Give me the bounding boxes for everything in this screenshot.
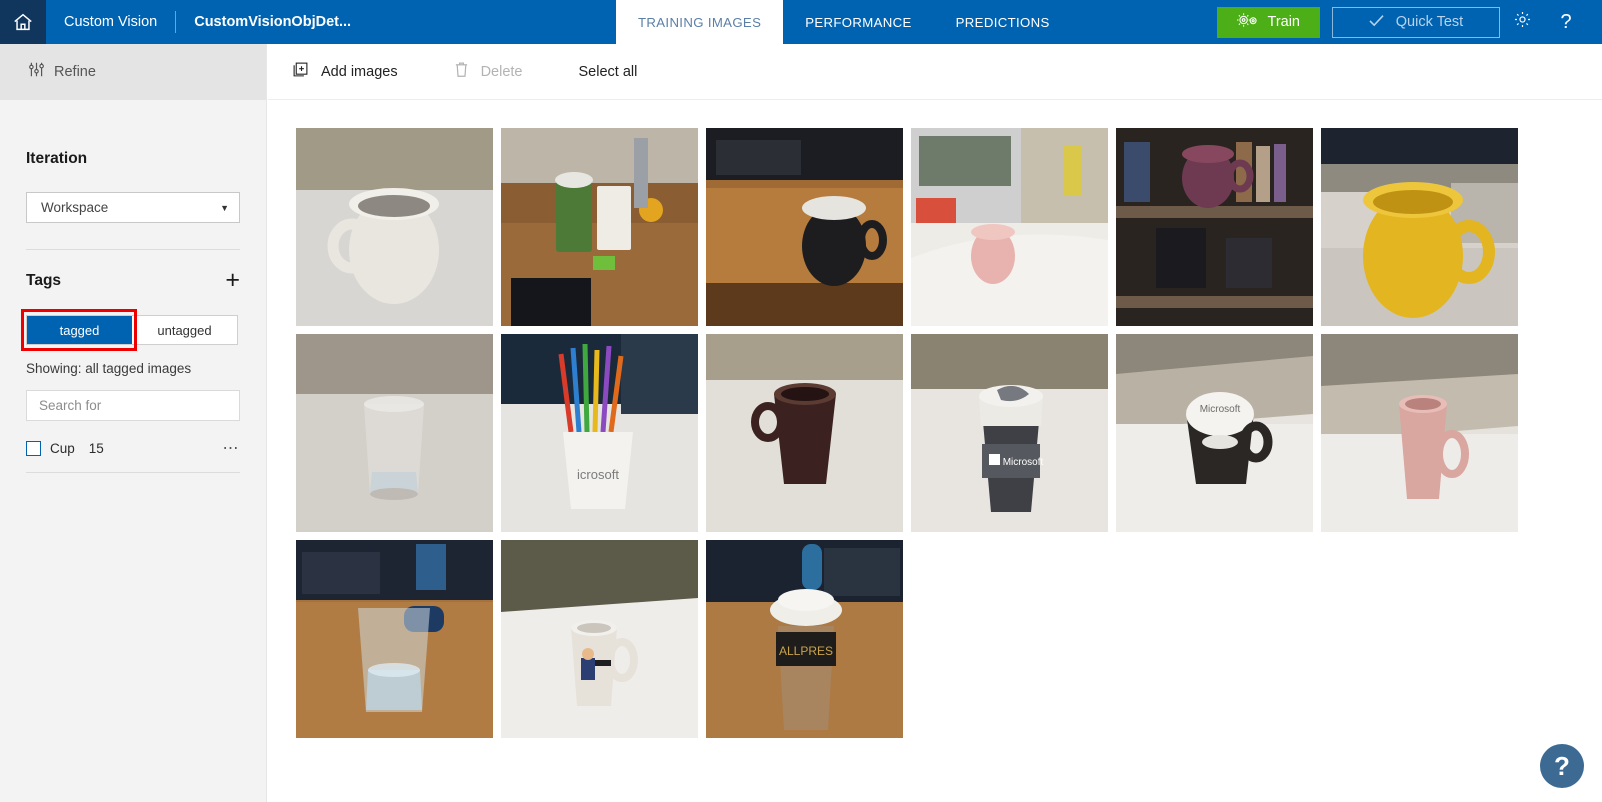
showing-status-text: Showing: all tagged images [26, 361, 192, 376]
refine-label: Refine [54, 64, 96, 80]
floating-help-button[interactable]: ? [1540, 744, 1584, 788]
header-actions: Train Quick Test ? [1216, 0, 1602, 44]
iteration-select-value: Workspace [41, 200, 109, 215]
add-tag-button[interactable]: + [225, 268, 240, 293]
svg-text:Microsoft: Microsoft [1003, 457, 1044, 468]
tab-performance[interactable]: PERFORMANCE [783, 0, 933, 44]
sliders-icon [28, 61, 45, 83]
tab-training-images[interactable]: TRAINING IMAGES [616, 0, 784, 44]
svg-text:icrosoft: icrosoft [577, 467, 619, 482]
image-tile[interactable] [501, 540, 698, 738]
image-tile[interactable]: icrosoft [501, 334, 698, 532]
svg-text:Microsoft: Microsoft [1200, 404, 1241, 415]
tab-predictions[interactable]: PREDICTIONS [934, 0, 1072, 44]
image-tile[interactable]: ALLPRES [706, 540, 903, 738]
iteration-select[interactable]: Workspace ▼ [26, 192, 240, 223]
add-images-label: Add images [321, 63, 398, 80]
delete-button[interactable]: Delete [454, 61, 523, 82]
image-tile[interactable]: Microsoft [1116, 334, 1313, 532]
iteration-heading: Iteration [26, 150, 88, 167]
gear-icon [1513, 10, 1532, 34]
svg-text:ALLPRES: ALLPRES [779, 644, 833, 658]
tag-search-box[interactable] [26, 390, 240, 421]
tags-section: Tags + tagged untagged Showing: all tagg… [0, 268, 266, 473]
ellipsis-icon[interactable]: ⋯ [223, 438, 241, 458]
sidebar-body: Iteration Workspace ▼ [0, 150, 266, 223]
home-button[interactable] [0, 0, 46, 44]
toggle-tagged[interactable]: tagged [27, 316, 132, 344]
train-button[interactable]: Train [1216, 6, 1320, 38]
add-image-icon [292, 61, 309, 82]
image-tile[interactable] [296, 540, 493, 738]
image-tile[interactable] [296, 334, 493, 532]
content-toolbar: Add images Delete Select all [268, 44, 1602, 100]
project-name[interactable]: CustomVisionObjDet... [194, 0, 351, 44]
refine-button[interactable]: Refine [0, 44, 266, 100]
image-tile[interactable] [296, 128, 493, 326]
tag-search-input[interactable] [39, 398, 227, 413]
toggle-untagged[interactable]: untagged [132, 316, 237, 344]
add-images-button[interactable]: Add images [292, 61, 398, 82]
tags-heading: Tags [26, 271, 62, 289]
settings-button[interactable] [1500, 0, 1544, 44]
check-icon [1369, 14, 1384, 31]
header-divider [175, 11, 177, 33]
tag-list-divider [26, 472, 240, 473]
brand-link[interactable]: Custom Vision [46, 0, 157, 44]
sidebar-divider [26, 249, 240, 250]
image-tile[interactable] [706, 128, 903, 326]
tag-filter-toggle: tagged untagged [26, 315, 238, 345]
delete-label: Delete [480, 63, 523, 80]
gears-icon [1236, 12, 1259, 32]
quick-test-button[interactable]: Quick Test [1332, 6, 1500, 38]
tag-checkbox[interactable] [26, 440, 41, 456]
image-tile[interactable] [1321, 128, 1518, 326]
image-tile[interactable] [1116, 128, 1313, 326]
image-tile[interactable] [706, 334, 903, 532]
image-tile[interactable]: Microsoft [911, 334, 1108, 532]
image-tile[interactable] [1321, 334, 1518, 532]
tag-count: 15 [88, 440, 104, 456]
select-all-label: Select all [578, 63, 638, 80]
select-all-button[interactable]: Select all [579, 64, 638, 80]
trash-icon [454, 61, 469, 82]
tag-list-item-cup[interactable]: Cup 15 ⋯ [26, 435, 240, 461]
image-tile[interactable] [501, 128, 698, 326]
help-button[interactable]: ? [1544, 0, 1588, 44]
app-header: Custom Vision CustomVisionObjDet... TRAI… [0, 0, 1602, 44]
training-images-grid: icrosoft Microsoft Microsoft ALLPRES [296, 128, 1526, 738]
tag-label: Cup [50, 440, 75, 456]
home-icon [12, 11, 34, 33]
chevron-down-icon: ▼ [220, 202, 229, 213]
main-tabs: TRAINING IMAGES PERFORMANCE PREDICTIONS [616, 0, 1072, 44]
quick-test-label: Quick Test [1395, 14, 1464, 30]
sidebar: Refine Iteration Workspace ▼ Tags + tagg… [0, 44, 267, 802]
train-label: Train [1267, 14, 1301, 30]
tags-header: Tags + [26, 268, 240, 293]
tag-filter-toggle-wrap: tagged untagged [21, 309, 240, 351]
image-tile[interactable] [911, 128, 1108, 326]
